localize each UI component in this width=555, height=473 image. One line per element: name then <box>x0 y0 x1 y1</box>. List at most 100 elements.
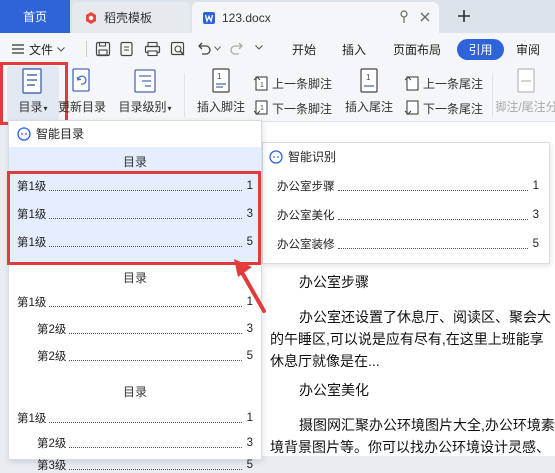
next-footnote-button[interactable]: 1 下一条脚注 <box>253 98 332 118</box>
redo-icon[interactable] <box>229 41 245 55</box>
entry-page: 5 <box>532 238 539 250</box>
toc-line-text: 第2级 <box>37 324 67 336</box>
toc-option-title: 目录 <box>122 385 147 399</box>
menu-bar: 文件 开始 插入 页面布局 引用 审阅 <box>0 33 555 65</box>
leader-dots <box>49 414 242 423</box>
toc-line: 第2级 3 <box>37 321 253 337</box>
tab-template-label: 稻壳模板 <box>104 11 153 25</box>
leader-dots <box>69 461 242 470</box>
next-endnote-label: 下一条尾注 <box>423 101 484 116</box>
endnote-icon: 1 <box>358 68 380 94</box>
update-toc-label: 更新目录 <box>57 100 106 114</box>
print-icon[interactable] <box>144 41 161 57</box>
next-footnote-icon: 1 <box>253 100 272 116</box>
toc-line-text: 第2级 <box>37 438 67 450</box>
annotation-arrow <box>230 255 270 315</box>
toc-level-button[interactable]: 目录级别▾ <box>116 68 174 115</box>
leader-dots <box>337 182 528 191</box>
new-tab-button[interactable] <box>452 4 476 28</box>
toc-line-page: 3 <box>246 437 253 449</box>
tab-home[interactable]: 首页 <box>0 0 70 33</box>
pin-icon[interactable] <box>398 10 410 24</box>
toc-label: 目录 <box>18 100 43 114</box>
prev-footnote-icon: 1 <box>253 75 272 91</box>
smart-toc-label: 智能目录 <box>36 127 85 141</box>
toc-line-page: 1 <box>246 412 253 424</box>
docer-icon <box>84 11 98 25</box>
ribbon-divider <box>184 73 185 117</box>
update-toc-button[interactable]: 更新目录 <box>57 68 107 115</box>
toc-button[interactable]: 目录▾ <box>8 68 58 115</box>
menu-home[interactable]: 开始 <box>292 39 316 59</box>
chevron-down-icon: ▾ <box>43 104 48 113</box>
menu-page-layout[interactable]: 页面布局 <box>393 39 441 59</box>
toc-level-label: 目录级别 <box>118 100 167 114</box>
prev-footnote-label: 上一条脚注 <box>272 76 333 91</box>
leader-dots <box>69 439 242 448</box>
ai-face-icon <box>269 149 288 164</box>
toc-line: 第2级 3 <box>37 435 253 451</box>
prev-endnote-icon <box>404 75 423 91</box>
tab-template[interactable]: 稻壳模板 <box>72 2 190 33</box>
smart-recognition-header: 智能识别 <box>269 148 336 165</box>
svg-text:1: 1 <box>260 105 264 112</box>
smart-toc-header[interactable]: 智能目录 <box>17 125 84 142</box>
hamburger-icon <box>12 44 24 54</box>
footnote-endnote-separator-button[interactable]: 脚注/尾注分 <box>496 68 555 115</box>
menu-review[interactable]: 审阅 <box>516 39 540 59</box>
entry-text: 办公室装修 <box>277 239 335 251</box>
doc-paragraph-line: 办公室还设置了休息厅、阅读区、聚会大 <box>299 309 551 325</box>
doc-paragraph-line: 摄图网汇聚办公环境图片大全,办公环境素 <box>299 417 555 433</box>
plus-icon <box>457 9 471 23</box>
doc-heading: 办公室步骤 <box>299 274 369 290</box>
footnote-icon: 1 <box>210 68 232 94</box>
svg-text:1: 1 <box>260 82 264 89</box>
save-icon[interactable] <box>95 41 111 57</box>
next-footnote-label: 下一条脚注 <box>272 101 333 116</box>
ribbon-divider <box>492 73 493 117</box>
undo-button[interactable] <box>196 41 221 55</box>
prev-endnote-button[interactable]: 上一条尾注 <box>404 73 483 93</box>
insert-footnote-button[interactable]: 1 插入脚注 <box>194 68 248 115</box>
recognized-entry[interactable]: 办公室美化 3 <box>277 207 539 223</box>
leader-dots <box>69 325 242 334</box>
export-pdf-icon[interactable] <box>119 41 135 57</box>
toc-level-icon <box>133 68 157 94</box>
chevron-down-icon[interactable] <box>255 45 263 50</box>
toc-option-title: 目录 <box>122 271 147 285</box>
leader-dots <box>69 352 242 361</box>
toc-line: 第2级 5 <box>37 348 253 364</box>
toc-line-page: 5 <box>246 350 253 362</box>
toc-line-page: 3 <box>246 323 253 335</box>
toc-line-text: 第3级 <box>37 460 67 472</box>
menu-references[interactable]: 引用 <box>457 39 504 60</box>
menu-insert[interactable]: 插入 <box>342 39 366 59</box>
toc-line-text: 第1级 <box>17 413 47 425</box>
ai-face-icon <box>17 126 36 141</box>
insert-endnote-label: 插入尾注 <box>344 100 393 114</box>
insert-footnote-label: 插入脚注 <box>196 100 245 114</box>
recognized-entry[interactable]: 办公室装修 5 <box>277 236 539 252</box>
print-preview-icon[interactable] <box>170 41 186 57</box>
insert-endnote-button[interactable]: 1 插入尾注 <box>342 68 396 115</box>
separator-icon <box>515 68 537 94</box>
prev-footnote-button[interactable]: 1 上一条脚注 <box>253 73 332 93</box>
toc-line: 第3级 5 <box>37 457 253 473</box>
next-endnote-button[interactable]: 下一条尾注 <box>404 98 483 118</box>
doc-paragraph-line: 休息厅就像是在... <box>270 353 380 369</box>
toc-line: 第1级 1 <box>17 410 253 426</box>
toc-line: 第1级 1 <box>17 294 253 310</box>
toc-line-text: 第2级 <box>37 351 67 363</box>
undo-icon <box>196 41 212 55</box>
toc-option-title: 目录 <box>122 155 147 169</box>
tab-document[interactable]: 123.docx <box>192 2 439 33</box>
entry-text: 办公室美化 <box>277 210 335 222</box>
smart-recognition-panel: 智能识别 办公室步骤 1 办公室美化 3 办公室装修 5 <box>262 142 550 264</box>
toc-style-option-2[interactable]: 目录 第1级 1 第2级 3 第2级 5 <box>9 263 261 377</box>
toc-style-option-3[interactable]: 目录 第1级 1 第2级 3 第3级 5 <box>9 377 261 472</box>
recognized-entry[interactable]: 办公室步骤 1 <box>277 178 539 194</box>
close-tab-icon[interactable] <box>420 12 430 22</box>
toc-line-text: 第1级 <box>17 297 47 309</box>
file-menu[interactable]: 文件 <box>12 39 65 59</box>
chevron-down-icon: ▾ <box>167 104 172 113</box>
